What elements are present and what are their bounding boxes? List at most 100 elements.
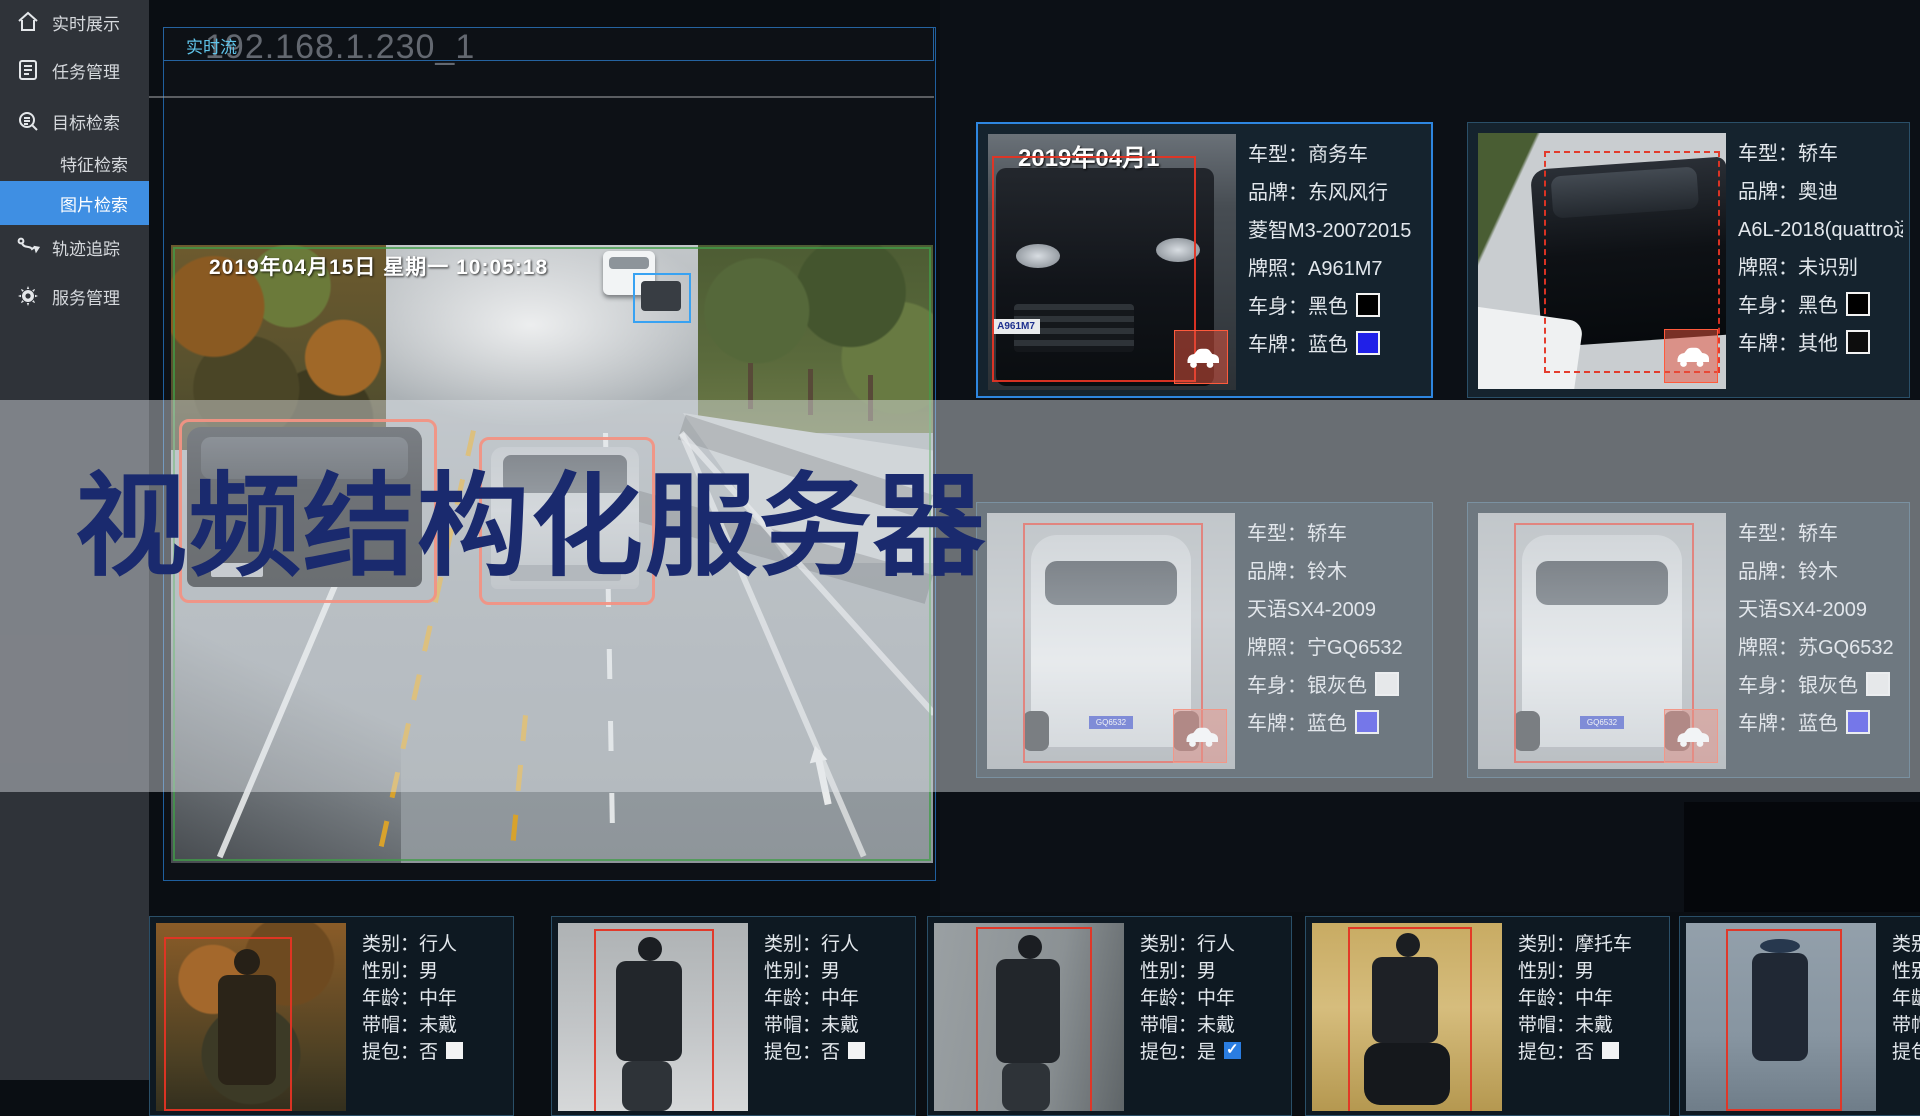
person-result-card[interactable]: 类别：行人 性别：男 年龄：中年 带帽：未戴 提包：否 [149, 916, 514, 1116]
body-color-swatch [1375, 672, 1399, 696]
sidebar-item-label: 目标检索 [52, 109, 120, 134]
body-color-swatch [1356, 293, 1380, 317]
car-icon [1182, 723, 1218, 749]
person-bag: 提包：否 [362, 1037, 463, 1064]
person-gender: 性别： [1892, 956, 1920, 983]
vehicle-attributes: 车型：商务车 品牌：东风风行 菱智M3-20072015 牌照：A961M7 车… [1248, 124, 1425, 396]
person-age: 年龄：中年 [764, 983, 859, 1010]
vehicle-plate-color: 车牌：蓝色 [1247, 707, 1379, 736]
vehicle-result-card[interactable]: A961M7 2019年04月1 车型：商务车 品牌：东风风行 菱智M3-200… [976, 122, 1433, 398]
vehicle-model: 菱智M3-20072015 [1248, 214, 1411, 243]
person-bag: 提包：否 [1518, 1037, 1619, 1064]
person-hat: 带帽： [1892, 1010, 1920, 1037]
person-category: 类别： [1892, 929, 1920, 956]
vehicle-attributes: 车型：轿车 品牌：奥迪 A6L-2018(quattro运动 牌照：未识别 车身… [1738, 123, 1903, 397]
tasks-icon [16, 58, 40, 82]
car-icon [1183, 344, 1219, 370]
body-color-swatch [1866, 672, 1890, 696]
vehicle-type: 车型：轿车 [1247, 517, 1347, 546]
person-age: 年龄：中年 [1140, 983, 1235, 1010]
detection-box-red [164, 937, 292, 1111]
sidebar-item-service-management[interactable]: 服务管理 [0, 274, 149, 318]
bag-checkbox[interactable] [446, 1042, 463, 1059]
person-result-card[interactable]: 类别：行人 性别：男 年龄：中年 带帽：未戴 提包：否 [551, 916, 916, 1116]
tab-live-stream[interactable]: 实时流 [186, 33, 237, 58]
person-bag: 提包： [1892, 1037, 1920, 1064]
person-result-card[interactable]: 类别：摩托车 性别：男 年龄：中年 带帽：未戴 提包：否 [1305, 916, 1670, 1116]
person-category: 类别：摩托车 [1518, 929, 1632, 956]
vehicle-plate: 牌照：苏GQ6532 [1738, 631, 1894, 660]
vehicle-body-color: 车身：银灰色 [1738, 669, 1890, 698]
person-attributes: 类别：行人 性别：男 年龄：中年 带帽：未戴 提包：否 [362, 917, 509, 1115]
vehicle-result-card[interactable]: 车型：轿车 品牌：奥迪 A6L-2018(quattro运动 牌照：未识别 车身… [1467, 122, 1910, 398]
vehicle-attributes: 车型：轿车 品牌：铃木 天语SX4-2009 牌照：苏GQ6532 车身：银灰色… [1738, 503, 1903, 777]
person-attributes: 类别： 性别： 年龄： 带帽： 提包： [1892, 917, 1920, 1115]
sidebar-item-label: 特征检索 [60, 151, 128, 176]
car-icon [1673, 723, 1709, 749]
detection-box-red [1348, 927, 1472, 1111]
vehicle-thumbnail: A961M7 2019年04月1 [988, 134, 1236, 390]
bag-checkbox[interactable] [848, 1042, 865, 1059]
person-thumbnail [558, 923, 748, 1111]
vehicle-model: A6L-2018(quattro运动 [1738, 213, 1903, 242]
vehicle-type: 车型：轿车 [1738, 137, 1838, 166]
vehicle-body-color: 车身：黑色 [1248, 290, 1380, 319]
vehicle-result-card[interactable]: GQ6532 车型：轿车 品牌：铃木 天语SX4-2009 牌照：宁GQ6532… [976, 502, 1433, 778]
track-icon [16, 235, 40, 259]
car-type-badge [1664, 329, 1718, 383]
car-type-badge [1664, 709, 1718, 763]
person-thumbnail [1312, 923, 1502, 1111]
person-category: 类别：行人 [362, 929, 457, 956]
detection-box-red [594, 929, 714, 1111]
vehicle-thumbnail: GQ6532 [987, 513, 1235, 769]
person-result-card[interactable]: 类别： 性别： 年龄： 带帽： 提包： [1679, 916, 1920, 1116]
vehicle-result-card[interactable]: GQ6532 车型：轿车 品牌：铃木 天语SX4-2009 牌照：苏GQ6532… [1467, 502, 1910, 778]
sidebar-item-task-management[interactable]: 任务管理 [0, 48, 149, 92]
bag-checkbox[interactable] [1602, 1042, 1619, 1059]
person-gender: 性别：男 [764, 956, 840, 983]
vehicle-brand: 品牌：奥迪 [1738, 175, 1838, 204]
person-hat: 带帽：未戴 [764, 1010, 859, 1037]
vehicle-model: 天语SX4-2009 [1247, 593, 1376, 622]
sidebar-item-label: 轨迹追踪 [52, 235, 120, 260]
person-bag: 提包：是 [1140, 1037, 1241, 1064]
car-icon [1673, 343, 1709, 369]
vehicle-brand: 品牌：东风风行 [1248, 176, 1388, 205]
bag-checkbox-checked[interactable] [1224, 1042, 1241, 1059]
person-result-card[interactable]: 类别：行人 性别：男 年龄：中年 带帽：未戴 提包：是 [927, 916, 1292, 1116]
person-age: 年龄： [1892, 983, 1920, 1010]
vehicle-plate: 牌照：未识别 [1738, 251, 1858, 280]
detection-zone-outline [173, 247, 931, 861]
gear-icon [16, 284, 40, 308]
person-category: 类别：行人 [764, 929, 859, 956]
plate-color-swatch [1356, 331, 1380, 355]
sidebar-item-image-search[interactable]: 图片检索 [0, 181, 149, 225]
video-timestamp: 2019年04月15日 星期一 10:05:18 [209, 251, 548, 281]
plate-color-swatch [1846, 330, 1870, 354]
person-gender: 性别：男 [1518, 956, 1594, 983]
vehicle-brand: 品牌：铃木 [1247, 555, 1347, 584]
person-attributes: 类别：行人 性别：男 年龄：中年 带帽：未戴 提包：否 [764, 917, 911, 1115]
person-age: 年龄：中年 [362, 983, 457, 1010]
person-thumbnail [1686, 923, 1876, 1111]
vehicle-body-color: 车身：黑色 [1738, 289, 1870, 318]
vehicle-thumbnail: GQ6532 [1478, 513, 1726, 769]
sidebar-item-target-search[interactable]: 目标检索 [0, 99, 149, 143]
vehicle-body-color: 车身：银灰色 [1247, 669, 1399, 698]
person-category: 类别：行人 [1140, 929, 1235, 956]
sidebar-item-feature-search[interactable]: 特征检索 [0, 141, 149, 185]
vehicle-plate-color: 车牌：蓝色 [1738, 707, 1870, 736]
sidebar-item-track-tracing[interactable]: 轨迹追踪 [0, 225, 149, 269]
vehicle-plate: 牌照：A961M7 [1248, 252, 1383, 281]
video-canvas: 2019年04月15日 星期一 10:05:18 [171, 245, 933, 863]
sidebar-item-label: 实时展示 [52, 10, 120, 35]
person-attributes: 类别：摩托车 性别：男 年龄：中年 带帽：未戴 提包：否 [1518, 917, 1665, 1115]
body-color-swatch [1846, 292, 1870, 316]
vehicle-plate: 牌照：宁GQ6532 [1247, 631, 1403, 660]
person-attributes: 类别：行人 性别：男 年龄：中年 带帽：未戴 提包：是 [1140, 917, 1287, 1115]
home-icon [16, 10, 40, 34]
sidebar-item-live-display[interactable]: 实时展示 [0, 0, 149, 44]
person-thumbnail [934, 923, 1124, 1111]
person-bag: 提包：否 [764, 1037, 865, 1064]
person-hat: 带帽：未戴 [1140, 1010, 1235, 1037]
